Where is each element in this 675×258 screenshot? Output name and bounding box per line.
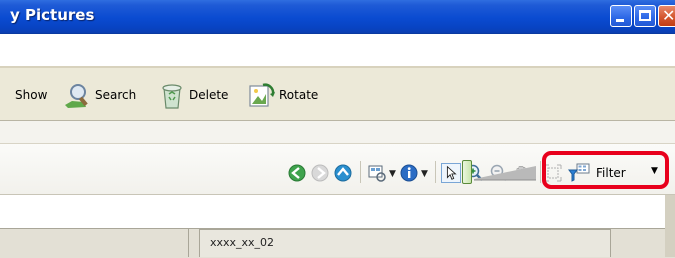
minimize-button[interactable]	[610, 5, 632, 27]
zoom-slider-thumb[interactable]	[462, 160, 472, 184]
scrollbar[interactable]	[665, 195, 675, 257]
show-label: Show	[15, 88, 48, 102]
command-toolbar: Show Search Delete Rotate	[0, 68, 675, 120]
window-title: y Pictures	[10, 6, 95, 24]
toolbar-separator	[360, 161, 361, 183]
list-item[interactable]	[0, 229, 189, 257]
filter-label: Filter	[596, 166, 626, 180]
chevron-down-icon[interactable]: ▼	[421, 169, 428, 179]
item-name: xxxx_xx_02	[210, 236, 275, 249]
back-arrow-icon[interactable]	[287, 163, 307, 183]
up-arrow-icon[interactable]	[333, 163, 353, 183]
delete-button[interactable]: Delete	[158, 80, 228, 110]
rotate-icon	[249, 83, 275, 107]
view-mode-icon[interactable]	[367, 163, 387, 183]
filter-icon	[568, 163, 590, 182]
title-bar: y Pictures ✕	[0, 0, 675, 34]
address-strip	[0, 34, 675, 66]
pointer-icon[interactable]	[441, 163, 461, 183]
zoom-slider-track[interactable]	[474, 164, 536, 182]
rotate-button[interactable]: Rotate	[246, 80, 318, 110]
list-item[interactable]: xxxx_xx_02	[199, 229, 611, 257]
info-icon[interactable]	[399, 163, 419, 183]
search-icon	[65, 84, 88, 108]
maximize-button[interactable]	[634, 5, 656, 27]
show-button[interactable]: Show	[12, 80, 47, 110]
chevron-down-icon[interactable]: ▼	[389, 169, 396, 179]
toolbar-separator	[435, 161, 436, 183]
delete-label: Delete	[189, 88, 229, 102]
chevron-down-icon[interactable]: ▼	[651, 166, 658, 176]
forward-arrow-icon[interactable]	[310, 163, 330, 183]
toolbar-separator	[540, 161, 541, 183]
close-icon: ✕	[662, 6, 675, 25]
filter-button[interactable]: Filter	[568, 163, 626, 183]
recycle-bin-icon	[162, 84, 182, 109]
search-label: Search	[95, 88, 137, 102]
info-strip	[0, 121, 675, 144]
close-button[interactable]: ✕	[658, 5, 675, 27]
rotate-label: Rotate	[279, 88, 319, 102]
search-button[interactable]: Search	[62, 80, 136, 110]
